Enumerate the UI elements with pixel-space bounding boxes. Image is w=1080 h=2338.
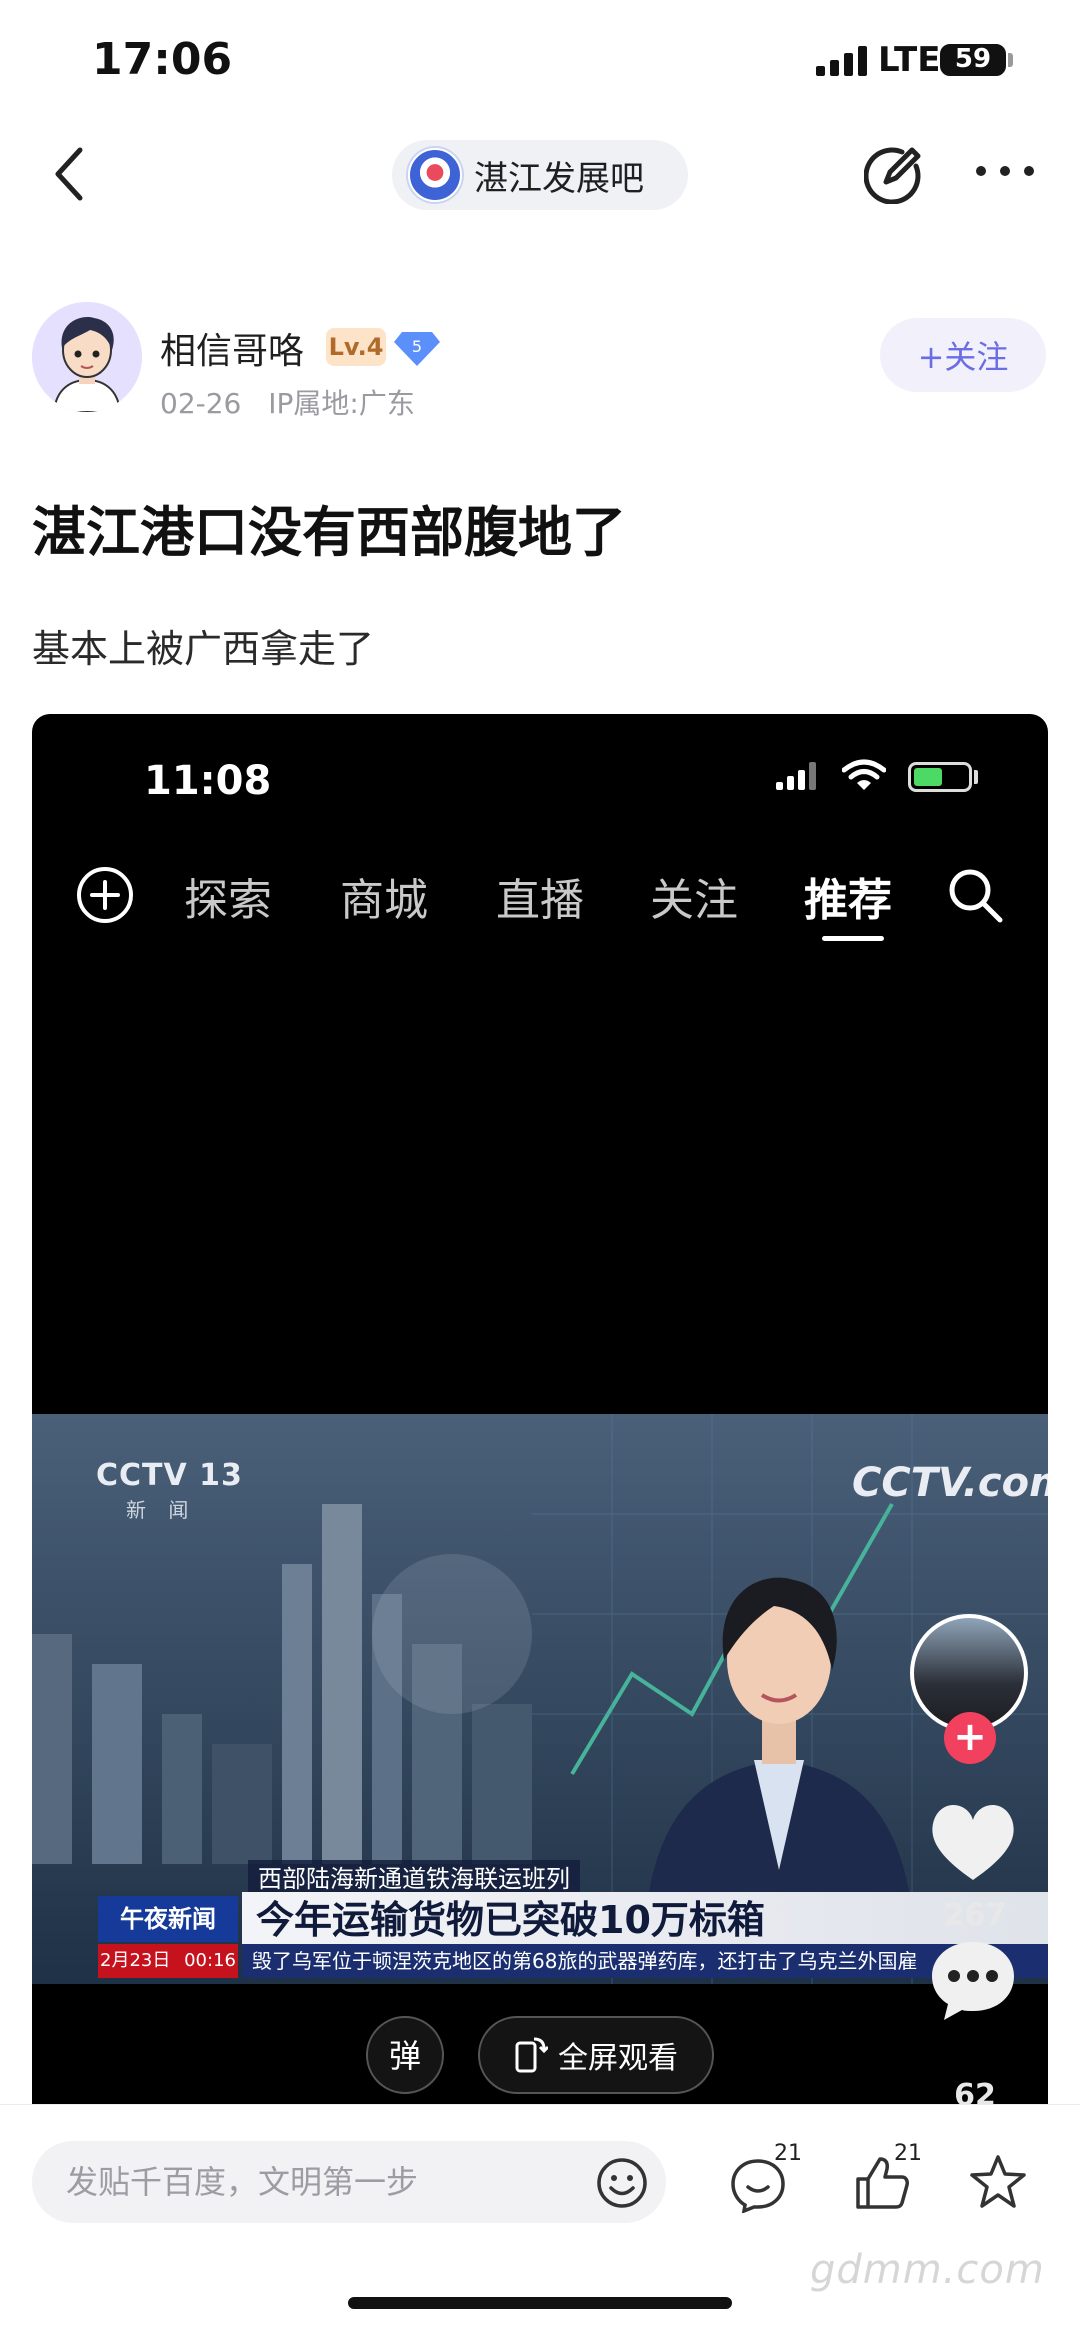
forum-link[interactable]: 湛江发展吧 — [392, 140, 688, 210]
cctv-com-logo: CCTV.com — [852, 1460, 1048, 1506]
watermark: gdmm.com — [810, 2247, 1045, 2293]
signal-icon — [816, 44, 870, 76]
edit-icon — [863, 147, 921, 205]
battery-tip — [1008, 53, 1013, 67]
comment-bubble-icon — [932, 1942, 1014, 2020]
inner-battery-tip — [974, 770, 978, 784]
back-button[interactable] — [48, 144, 92, 204]
broadcast-date-text: 2月23日 — [100, 1950, 171, 1971]
inner-tab-live: 直播 — [496, 875, 584, 926]
program-logo: 午夜新闻 — [98, 1896, 238, 1942]
forum-logo — [408, 148, 462, 202]
rotate-phone-icon — [515, 2037, 548, 2073]
battery-icon: 59 — [940, 44, 1006, 76]
post-title: 湛江港口没有西部腹地了 — [32, 501, 626, 564]
vip-badge: 5 — [394, 328, 440, 368]
avatar[interactable] — [32, 302, 142, 412]
author-name[interactable]: 相信哥咯 — [160, 322, 304, 374]
cctv-logo: CCTV 13 — [96, 1458, 243, 1493]
post-meta: 02-26 IP属地:广东 — [160, 382, 415, 422]
reply-count: 21 — [774, 2141, 802, 2166]
inner-wifi-icon — [842, 759, 886, 790]
inner-battery-icon — [908, 762, 972, 792]
inner-status-time: 11:08 — [144, 758, 272, 804]
battery-level: 59 — [954, 44, 992, 74]
broadcast-date: 2月23日 00:16 — [98, 1944, 238, 1978]
cctv-subtitle: 新 闻 — [126, 1498, 197, 1522]
post-body: 基本上被广西拿走了 — [32, 627, 375, 671]
like-count: 21 — [894, 2141, 922, 2166]
follow-button[interactable]: +关注 — [880, 318, 1046, 392]
inner-tab-explore: 探索 — [184, 875, 272, 926]
inner-signal-icon — [776, 762, 820, 790]
avatar-image — [32, 302, 142, 412]
add-circle-icon — [77, 867, 133, 923]
vip-level: 5 — [412, 337, 422, 356]
danmaku-button: 弹 — [366, 2016, 444, 2094]
edit-button[interactable] — [863, 144, 924, 205]
fullscreen-label: 全屏观看 — [558, 2041, 678, 2076]
reply-input[interactable] — [32, 2141, 666, 2223]
chevron-left-icon — [55, 147, 83, 201]
broadcast-clock: 00:16 — [184, 1950, 236, 1971]
status-time: 17:06 — [92, 34, 233, 85]
network-type: LTE — [878, 40, 941, 80]
inner-tab-recommend: 推荐 — [804, 875, 892, 926]
news-anchor-image — [644, 1577, 914, 1930]
fullscreen-button: 全屏观看 — [478, 2016, 714, 2094]
ip-location: IP属地:广东 — [268, 387, 415, 420]
post-image[interactable]: 11:08 探索 商城 直播 关注 推荐 CCTV 13 新 闻 CCTV.co… — [32, 714, 1048, 2104]
heart-icon — [932, 1804, 1014, 1880]
bottom-bar: 21 21 gdmm.com — [0, 2104, 1080, 2338]
video-comment-count: 62 — [954, 2078, 996, 2104]
emoji-icon[interactable] — [596, 2157, 648, 2209]
diamond-icon: 5 — [394, 332, 440, 366]
inner-tab-following: 关注 — [650, 875, 738, 926]
video-like-count: 267 — [943, 1898, 1007, 1933]
star-icon[interactable] — [968, 2153, 1028, 2211]
more-button[interactable] — [976, 166, 1034, 178]
video-frame: CCTV 13 新 闻 CCTV.com 西部陆海新通道铁海联运班列 午夜新闻 … — [32, 1414, 1048, 1984]
post-date: 02-26 — [160, 387, 242, 420]
forum-name: 湛江发展吧 — [474, 158, 644, 199]
home-indicator — [348, 2297, 732, 2309]
search-icon — [949, 869, 1003, 923]
inner-tab-underline — [822, 936, 884, 941]
level-badge: Lv.4 — [326, 328, 386, 366]
inner-tab-mall: 商城 — [340, 875, 428, 926]
creator-follow-plus-icon: + — [944, 1712, 996, 1764]
